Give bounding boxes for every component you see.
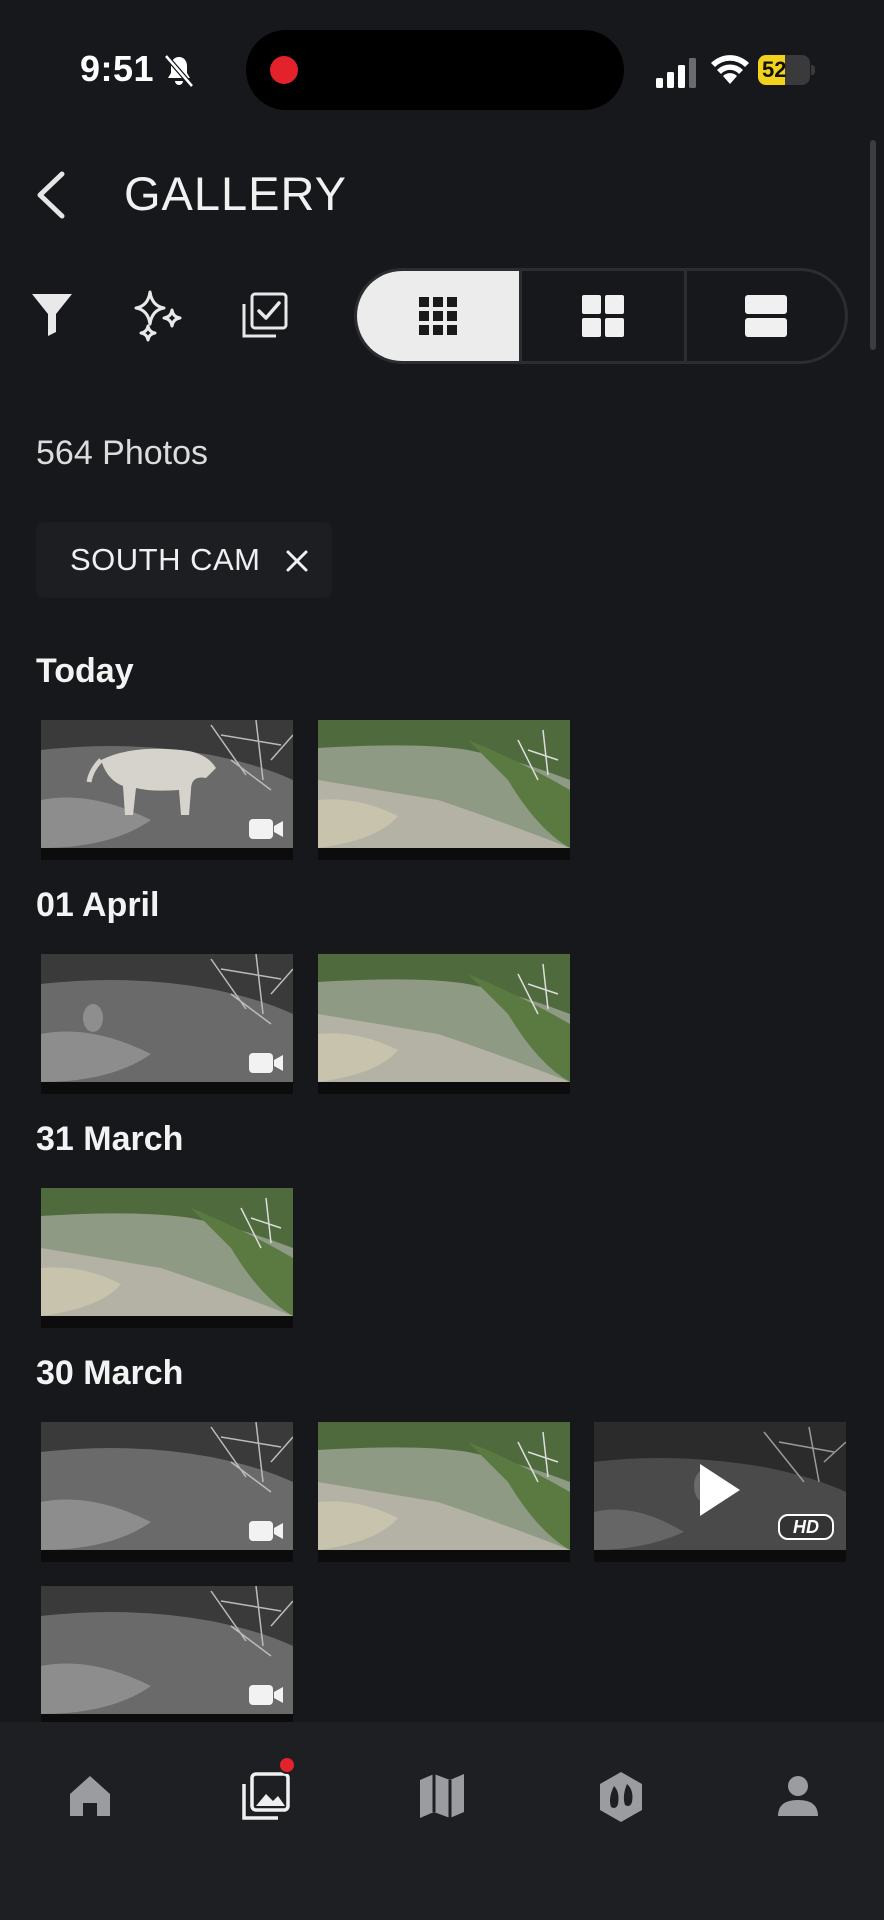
close-icon[interactable] (282, 546, 312, 576)
wifi-icon (711, 55, 749, 84)
video-thumbnail[interactable]: HD (594, 1422, 846, 1562)
photo-thumbnail[interactable] (318, 954, 570, 1094)
photo-image (41, 1188, 293, 1328)
video-camera-icon (249, 1685, 283, 1705)
scrollbar[interactable] (870, 140, 876, 350)
hd-badge-icon: HD (778, 1514, 834, 1540)
page-title: GALLERY (124, 167, 347, 220)
camera-info-strip (41, 1316, 293, 1328)
battery-charging-icon: 52 (758, 55, 816, 85)
camera-info-strip (41, 1550, 293, 1562)
hoof-badge-icon[interactable] (594, 1770, 648, 1824)
map-icon[interactable] (416, 1770, 468, 1822)
video-thumbnail[interactable] (41, 720, 293, 860)
view-list-button[interactable] (687, 271, 845, 361)
play-icon[interactable] (686, 1460, 746, 1520)
video-thumbnail[interactable] (41, 1586, 293, 1726)
cellular-signal-icon (656, 58, 696, 88)
photo-image (318, 954, 570, 1094)
photo-thumbnail[interactable] (318, 1422, 570, 1562)
gallery-notification-badge (278, 1756, 296, 1774)
video-camera-icon (249, 819, 283, 839)
video-camera-icon (249, 1521, 283, 1541)
grid-2x2-icon (582, 295, 624, 337)
camera-info-strip (41, 1082, 293, 1094)
person-icon[interactable] (772, 1770, 824, 1822)
battery-level: 52 (762, 57, 787, 82)
view-small-grid-button[interactable] (357, 271, 519, 361)
camera-info-strip (594, 1550, 846, 1562)
photo-thumbnail[interactable] (41, 1188, 293, 1328)
grid-3x3-icon (419, 297, 457, 335)
camera-info-strip (41, 848, 293, 860)
section-title: Today (36, 652, 134, 690)
video-thumbnail[interactable] (41, 1422, 293, 1562)
camera-info-strip (318, 1082, 570, 1094)
status-time: 9:51 (80, 48, 155, 89)
photo-thumbnail[interactable] (318, 720, 570, 860)
section-title: 01 April (36, 886, 160, 924)
camera-info-strip (318, 1550, 570, 1562)
filter-chip-label: SOUTH CAM (70, 542, 261, 577)
bell-slash-icon (164, 54, 194, 88)
photo-image (318, 1422, 570, 1562)
video-camera-icon (249, 1053, 283, 1073)
section-title: 31 March (36, 1120, 184, 1158)
recording-dot-icon (270, 56, 298, 84)
list-rows-icon (745, 295, 787, 337)
status-bar: 9:51 52 (0, 0, 884, 140)
photo-count: 564 Photos (36, 434, 209, 472)
filter-icon[interactable] (28, 290, 78, 340)
select-checkbox-icon[interactable] (240, 290, 290, 340)
sparkles-icon[interactable] (128, 288, 186, 344)
dynamic-island (246, 30, 624, 110)
camera-info-strip (318, 848, 570, 860)
back-button[interactable] (30, 168, 74, 222)
view-mode-toggle (354, 268, 848, 364)
photo-image (318, 720, 570, 860)
view-medium-grid-button[interactable] (522, 271, 684, 361)
home-icon[interactable] (64, 1770, 116, 1822)
section-title: 30 March (36, 1354, 184, 1392)
gallery-icon[interactable] (240, 1770, 292, 1822)
filter-chip-south-cam[interactable]: SOUTH CAM (36, 522, 332, 598)
video-thumbnail[interactable] (41, 954, 293, 1094)
bottom-nav (0, 1722, 884, 1920)
